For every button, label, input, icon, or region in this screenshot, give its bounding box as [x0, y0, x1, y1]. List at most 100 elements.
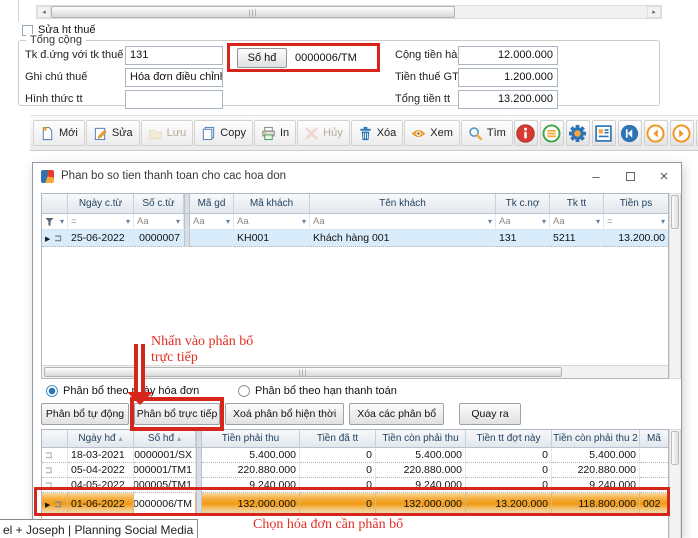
cell[interactable]: 0000007: [134, 230, 184, 247]
list-icon[interactable]: [540, 120, 564, 146]
filter-cell[interactable]: =: [68, 214, 134, 230]
close-icon[interactable]: [647, 163, 681, 189]
first-record-icon[interactable]: [618, 120, 642, 146]
quay-ra-button[interactable]: Quay ra: [459, 403, 521, 425]
xoa-cac-phan-bo-button[interactable]: Xóa các phân bổ: [349, 403, 444, 425]
cell[interactable]: 0: [466, 448, 552, 463]
new-button[interactable]: Mới: [33, 120, 85, 146]
so-hd-button[interactable]: Số hđ: [237, 48, 287, 68]
scroll-left-arrow-icon[interactable]: [37, 6, 51, 18]
cell[interactable]: 25-06-2022: [68, 230, 134, 247]
cell[interactable]: 0: [466, 463, 552, 478]
column-header-ma-gd[interactable]: Mã gd: [190, 194, 234, 214]
column-header-tien-tt-dot-nay[interactable]: Tiền tt đợt này: [466, 430, 552, 448]
edit-button[interactable]: Sửa: [86, 120, 140, 146]
report-icon[interactable]: [592, 120, 616, 146]
column-header-ten-khach[interactable]: Tên khách: [310, 194, 496, 214]
column-header-tk-tt[interactable]: Tk tt: [550, 194, 604, 214]
invoice-row[interactable]: 18-03-2021 0000001/SX 5.400.000 0 5.400.…: [42, 448, 668, 463]
cell[interactable]: [640, 463, 668, 478]
cell[interactable]: 220.880.000: [376, 463, 466, 478]
grid1-vertical-scrollbar[interactable]: [669, 193, 681, 379]
maximize-icon[interactable]: [613, 163, 647, 189]
cell[interactable]: 05-04-2022: [68, 463, 134, 478]
cell[interactable]: 13.200.00: [604, 230, 668, 247]
prev-record-icon[interactable]: [644, 120, 668, 146]
column-header-so-hd[interactable]: Số hđ: [134, 430, 196, 448]
cell[interactable]: 9.240.000: [376, 478, 466, 493]
filter-cell[interactable]: Aa: [550, 214, 604, 230]
invoice-row-selected[interactable]: 01-06-2022 0000006/TM 132.000.000 0 132.…: [42, 493, 668, 514]
cell[interactable]: [640, 478, 668, 493]
taskbar-tooltip[interactable]: el + Joseph | Planning Social Media -: [0, 519, 198, 538]
cell[interactable]: 0: [300, 463, 376, 478]
print-button[interactable]: In: [254, 120, 296, 146]
radio-group-by-due[interactable]: Phân bổ theo hạn thanh toán: [238, 385, 397, 397]
copy-button[interactable]: Copy: [194, 120, 253, 146]
cell[interactable]: 5.400.000: [202, 448, 300, 463]
dialog-titlebar[interactable]: Phan bo so tien thanh toan cho cac hoa d…: [33, 163, 681, 189]
column-header-ngay-hd[interactable]: Ngày hđ: [68, 430, 134, 448]
phan-bo-tu-dong-button[interactable]: Phân bổ tự động: [41, 403, 129, 425]
voucher-row[interactable]: 25-06-2022 0000007 KH001 Khách hàng 001 …: [42, 230, 668, 247]
scroll-thumb[interactable]: [51, 6, 455, 18]
column-header-so-ctu[interactable]: Số c.từ: [134, 194, 184, 214]
cell[interactable]: [640, 448, 668, 463]
cell[interactable]: KH001: [234, 230, 310, 247]
column-header-ngay-ctu[interactable]: Ngày c.từ: [68, 194, 134, 214]
hinh-thuc-input[interactable]: [125, 90, 223, 109]
cell[interactable]: 13.200.000: [466, 493, 552, 514]
cell[interactable]: 220.880.000: [202, 463, 300, 478]
column-header-tien-con-phai-thu-2[interactable]: Tiền còn phải thu 2: [552, 430, 640, 448]
radio-unselected-icon[interactable]: [238, 385, 250, 397]
column-header-tien-ps[interactable]: Tiền ps: [604, 194, 668, 214]
tong-tien-input[interactable]: 13.200.000: [458, 90, 558, 109]
column-header-tk-cno[interactable]: Tk c.nợ: [496, 194, 550, 214]
scroll-thumb[interactable]: [671, 431, 679, 465]
filter-cell[interactable]: Aa: [234, 214, 310, 230]
column-header-ma[interactable]: Mã: [640, 430, 668, 448]
cell[interactable]: Khách hàng 001: [310, 230, 496, 247]
tk-dung-input[interactable]: 131: [125, 46, 223, 65]
scroll-thumb[interactable]: [44, 367, 562, 377]
xoa-phan-bo-hien-thoi-button[interactable]: Xoá phân bổ hiện thời: [225, 403, 344, 425]
ghi-chu-input[interactable]: Hóa đơn điều chỉnh: [125, 68, 223, 87]
radio-selected-icon[interactable]: [46, 385, 58, 397]
cell[interactable]: [190, 230, 234, 247]
column-header-tien-da-tt[interactable]: Tiền đã tt: [300, 430, 376, 448]
settings-gear-icon[interactable]: [566, 120, 590, 146]
column-header-ma-khach[interactable]: Mã khách: [234, 194, 310, 214]
cell[interactable]: 0: [300, 478, 376, 493]
cell[interactable]: 0000005/TM1: [134, 478, 196, 493]
phan-bo-truc-tiep-button[interactable]: Phân bổ trực tiếp: [134, 403, 220, 425]
cell[interactable]: 002: [640, 493, 668, 514]
filter-cell[interactable]: Aa: [310, 214, 496, 230]
cell[interactable]: 0000001/TM1: [134, 463, 196, 478]
top-horizontal-scrollbar[interactable]: [36, 5, 662, 19]
cell[interactable]: 9.240.000: [202, 478, 300, 493]
invoice-row[interactable]: 05-04-2022 0000001/TM1 220.880.000 0 220…: [42, 463, 668, 478]
cell[interactable]: 5.400.000: [376, 448, 466, 463]
cell[interactable]: 18-03-2021: [68, 448, 134, 463]
cell[interactable]: 132.000.000: [376, 493, 466, 514]
cell[interactable]: 0000006/TM: [134, 493, 196, 514]
minimize-icon[interactable]: [579, 163, 613, 189]
cell[interactable]: 9.240.000: [552, 478, 640, 493]
cell[interactable]: 118.800.000: [552, 493, 640, 514]
cell[interactable]: 0: [466, 478, 552, 493]
cell[interactable]: 5.400.000: [552, 448, 640, 463]
filter-cell[interactable]: Aa: [134, 214, 184, 230]
filter-row-indicator[interactable]: [42, 214, 68, 230]
cell[interactable]: 0: [300, 493, 376, 514]
scroll-right-arrow-icon[interactable]: [647, 6, 661, 18]
column-header-tien-con-phai-thu[interactable]: Tiền còn phải thu: [376, 430, 466, 448]
scroll-track[interactable]: [51, 6, 647, 18]
filter-cell[interactable]: =: [604, 214, 668, 230]
view-button[interactable]: Xem: [404, 120, 460, 146]
find-button[interactable]: Tìm: [461, 120, 513, 146]
next-record-icon[interactable]: [670, 120, 694, 146]
info-icon[interactable]: [514, 120, 538, 146]
tien-thue-input[interactable]: 1.200.000: [458, 68, 558, 87]
invoice-row[interactable]: 04-05-2022 0000005/TM1 9.240.000 0 9.240…: [42, 478, 668, 493]
grid2-vertical-scrollbar[interactable]: [669, 429, 681, 538]
